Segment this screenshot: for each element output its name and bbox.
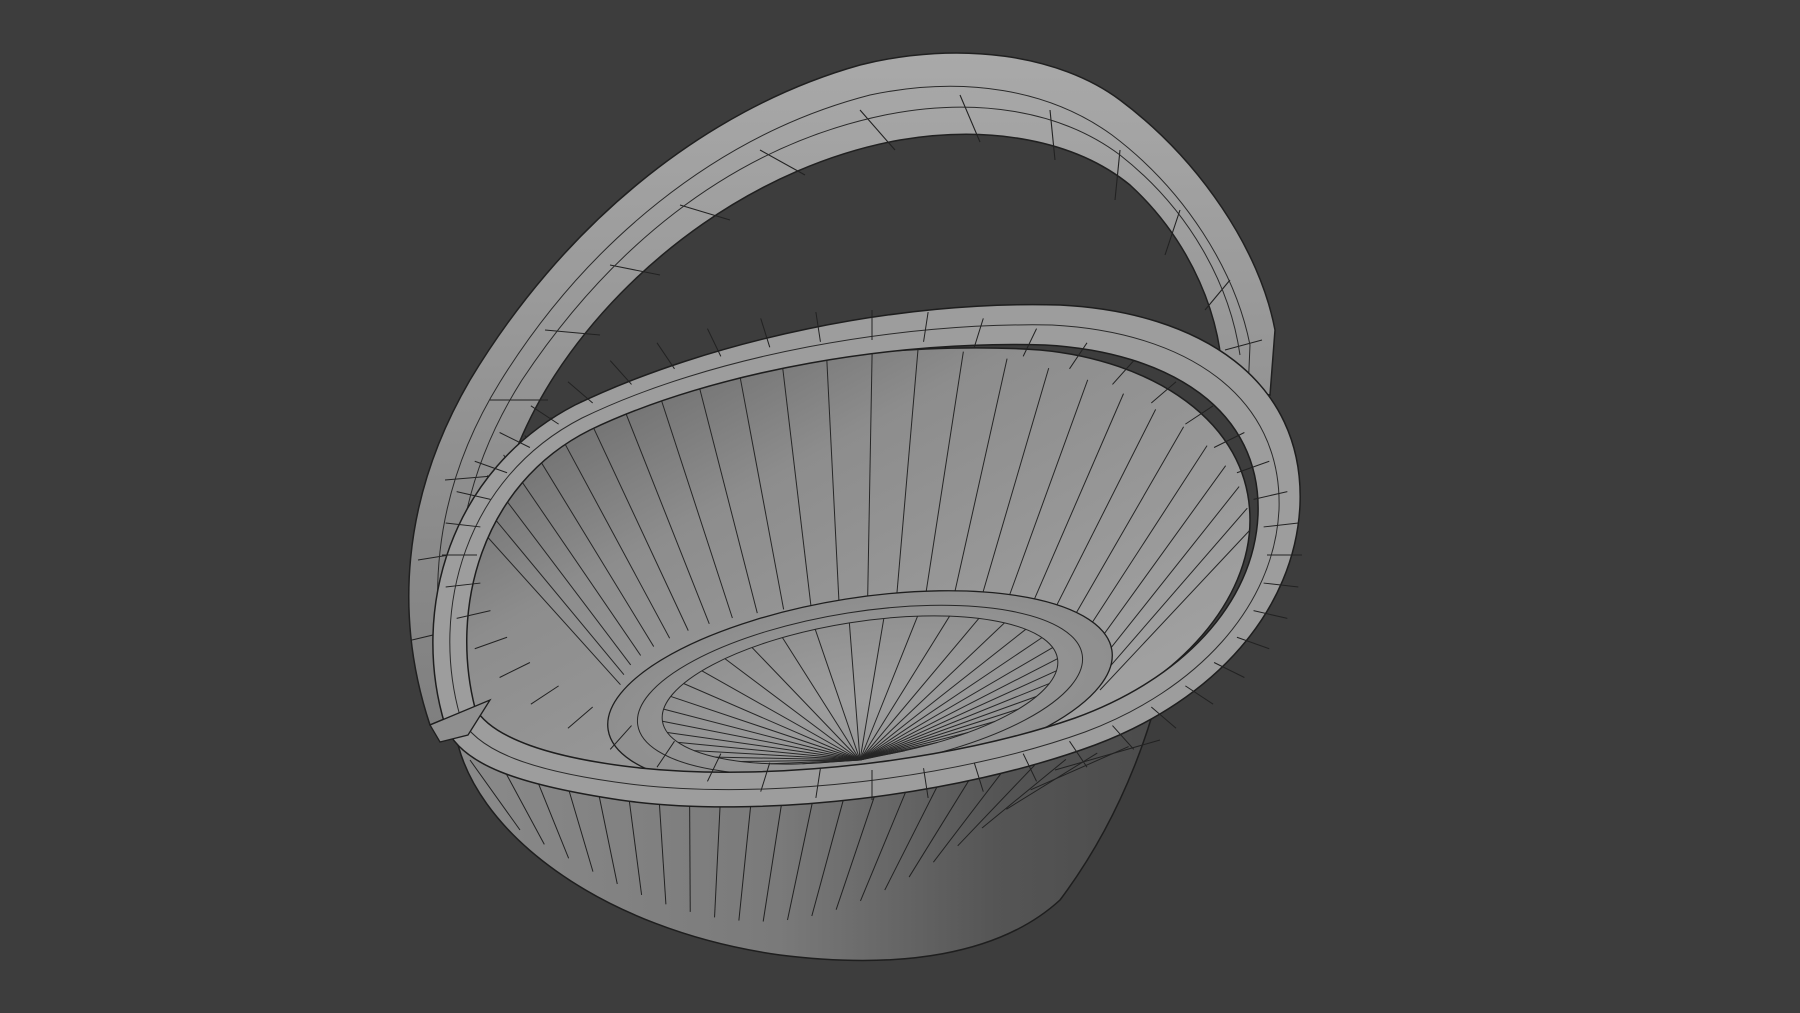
3d-viewport[interactable]: [0, 0, 1800, 1013]
wire-edge: [567, 381, 594, 404]
wire-edge: [609, 360, 632, 385]
wire-edge: [656, 342, 675, 370]
wire-edge: [530, 405, 559, 425]
viewport-canvas[interactable]: [0, 0, 1800, 1013]
